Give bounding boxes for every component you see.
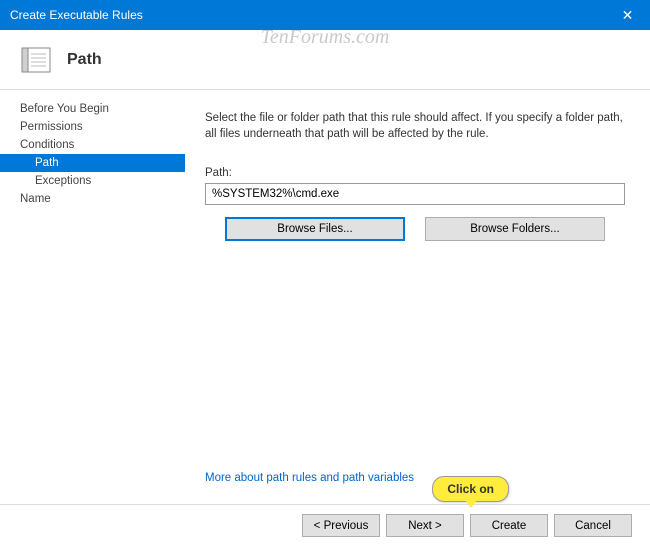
wizard-footer: < Previous Next > Create Cancel xyxy=(0,504,650,546)
document-icon xyxy=(20,44,52,76)
cancel-button[interactable]: Cancel xyxy=(554,514,632,537)
annotation-callout: Click on xyxy=(432,476,509,502)
path-label: Path: xyxy=(205,167,625,179)
close-button[interactable]: ✕ xyxy=(605,0,650,30)
sidebar-item-exceptions[interactable]: Exceptions xyxy=(0,172,185,190)
browse-folders-button[interactable]: Browse Folders... xyxy=(425,217,605,241)
close-icon: ✕ xyxy=(622,7,634,24)
titlebar: Create Executable Rules ✕ xyxy=(0,0,650,30)
content-area: Before You Begin Permissions Conditions … xyxy=(0,90,650,504)
sidebar-item-before-you-begin[interactable]: Before You Begin xyxy=(0,100,185,118)
sidebar-item-conditions[interactable]: Conditions xyxy=(0,136,185,154)
sidebar-item-path[interactable]: Path xyxy=(0,154,185,172)
browse-files-button[interactable]: Browse Files... xyxy=(225,217,405,241)
create-button[interactable]: Create xyxy=(470,514,548,537)
window-title: Create Executable Rules xyxy=(10,8,143,22)
sidebar-item-permissions[interactable]: Permissions xyxy=(0,118,185,136)
sidebar-item-name[interactable]: Name xyxy=(0,190,185,208)
browse-row: Browse Files... Browse Folders... xyxy=(205,217,625,241)
main-panel: Select the file or folder path that this… xyxy=(185,90,650,504)
path-input[interactable] xyxy=(205,183,625,205)
wizard-sidebar: Before You Begin Permissions Conditions … xyxy=(0,90,185,504)
description-text: Select the file or folder path that this… xyxy=(205,110,625,142)
page-title: Path xyxy=(67,51,102,69)
previous-button[interactable]: < Previous xyxy=(302,514,380,537)
wizard-header: Path xyxy=(0,30,650,90)
next-button[interactable]: Next > xyxy=(386,514,464,537)
help-link[interactable]: More about path rules and path variables xyxy=(205,472,625,484)
